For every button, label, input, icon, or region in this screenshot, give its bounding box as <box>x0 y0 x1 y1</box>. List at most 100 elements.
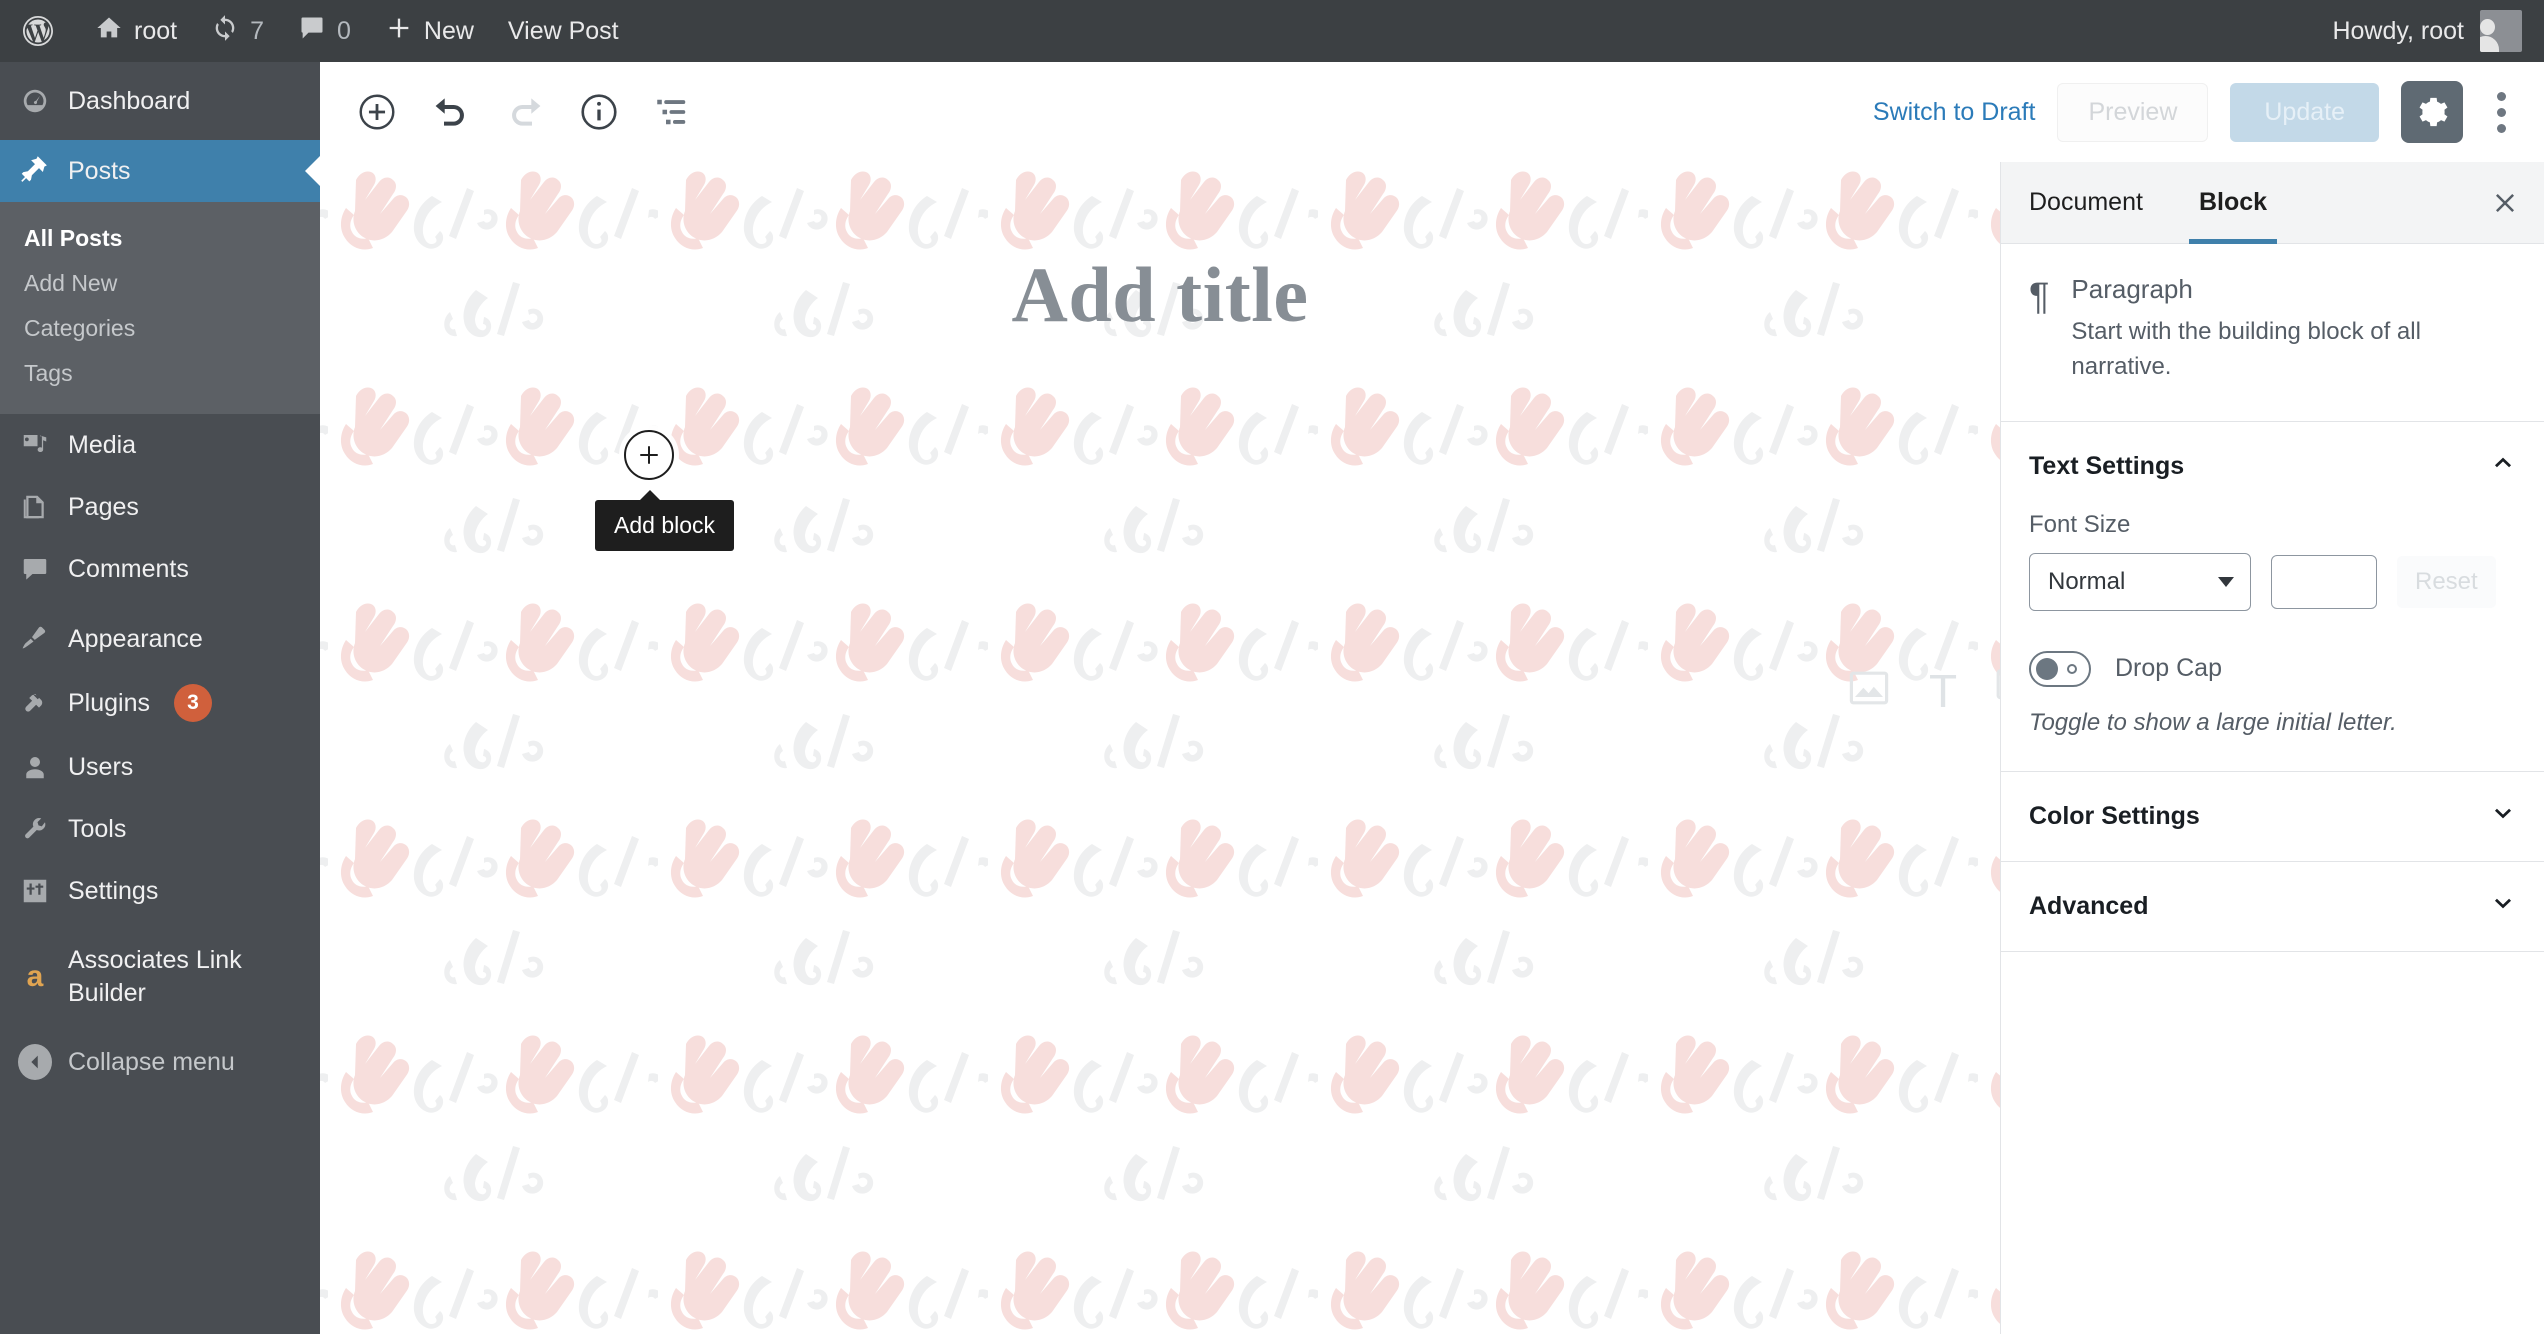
wordpress-block-editor-screen: root 7 0 New View Post Howdy, root Dashb… <box>0 0 2544 1334</box>
sidebar-item-associates-link-builder[interactable]: a Associates Link Builder <box>0 930 320 1023</box>
admin-bar-site-name[interactable]: root <box>78 0 194 62</box>
tools-wrench-icon <box>18 812 52 846</box>
preview-button[interactable]: Preview <box>2057 82 2209 142</box>
sidebar-item-categories[interactable]: Categories <box>0 306 320 351</box>
block-info-card: ¶ Paragraph Start with the building bloc… <box>2001 244 2544 422</box>
sidebar-item-label: Pages <box>68 492 139 521</box>
font-size-label: Font Size <box>2029 510 2131 538</box>
sidebar-item-pages[interactable]: Pages <box>0 476 320 538</box>
quick-insert-bar: T <box>1845 664 2000 717</box>
content-structure-icon[interactable] <box>642 81 704 143</box>
sidebar-item-tools[interactable]: Tools <box>0 798 320 860</box>
drop-cap-label: Drop Cap <box>2115 654 2222 683</box>
site-name-label: root <box>134 16 178 45</box>
redo-icon[interactable] <box>494 81 556 143</box>
collapse-menu-button[interactable]: Collapse menu <box>0 1031 320 1093</box>
submenu-item-label: Tags <box>24 360 73 386</box>
sidebar-item-posts[interactable]: Posts <box>0 140 320 202</box>
block-editor: Switch to Draft Preview Update Add title… <box>320 62 2544 1334</box>
avatar[interactable] <box>2480 10 2522 52</box>
admin-bar-new[interactable]: New <box>368 0 491 62</box>
menu-spacer <box>0 132 320 140</box>
menu-spacer <box>0 62 320 70</box>
font-size-custom-input[interactable] <box>2271 554 2377 609</box>
media-icon <box>18 428 52 462</box>
editor-canvas[interactable]: Add title Add block T <box>320 162 2000 1334</box>
sidebar-item-appearance[interactable]: Appearance <box>0 608 320 670</box>
updates-count: 7 <box>250 16 264 45</box>
advanced-header[interactable]: Advanced <box>2001 862 2544 951</box>
sidebar-item-users[interactable]: Users <box>0 736 320 798</box>
menu-spacer <box>0 600 320 608</box>
appearance-brush-icon <box>18 622 52 656</box>
settings-tablist: Document Block <box>2001 162 2544 244</box>
drop-cap-help-text: Toggle to show a large initial letter. <box>2029 708 2397 736</box>
tab-block[interactable]: Block <box>2171 162 2295 244</box>
sidebar-item-tags[interactable]: Tags <box>0 351 320 396</box>
text-icon[interactable]: T <box>1929 668 1957 714</box>
font-size-controls: Normal Reset <box>2029 552 2516 611</box>
image-icon[interactable] <box>1845 664 1893 717</box>
gallery-icon[interactable] <box>1993 664 2000 717</box>
paragraph-pilcrow-icon: ¶ <box>2029 276 2050 318</box>
sidebar-item-media[interactable]: Media <box>0 414 320 476</box>
sidebar-item-label: Posts <box>68 156 131 185</box>
post-title-input[interactable]: Add title <box>320 250 2000 340</box>
pages-icon <box>18 490 52 524</box>
drop-cap-toggle[interactable] <box>2029 650 2091 687</box>
drop-cap-row: Drop Cap <box>2029 650 2516 687</box>
text-settings-header[interactable]: Text Settings <box>2001 422 2544 511</box>
sidebar-item-label: Appearance <box>68 624 203 653</box>
tab-label: Document <box>2029 188 2143 216</box>
sidebar-item-all-posts[interactable]: All Posts <box>0 216 320 261</box>
font-size-value: Normal <box>2048 567 2126 595</box>
wordpress-logo-icon[interactable] <box>0 0 78 62</box>
chevron-down-icon <box>2218 576 2234 587</box>
block-description: Start with the building block of all nar… <box>2071 318 2421 380</box>
panel-title: Advanced <box>2029 891 2149 920</box>
close-icon[interactable] <box>2466 162 2544 243</box>
font-size-reset-button[interactable]: Reset <box>2397 555 2496 608</box>
plus-circle-icon[interactable] <box>346 81 408 143</box>
view-post-label: View Post <box>507 16 619 45</box>
kebab-menu-icon[interactable] <box>2485 91 2518 133</box>
chevron-up-icon <box>2490 450 2516 483</box>
add-block-tooltip: Add block <box>595 490 735 551</box>
color-settings-panel: Color Settings <box>2001 772 2544 862</box>
block-name: Paragraph <box>2071 274 2193 304</box>
admin-sidebar: Dashboard Posts All Posts Add New Catego… <box>0 62 320 1334</box>
admin-bar-view-post[interactable]: View Post <box>491 0 636 62</box>
submenu-item-label: All Posts <box>24 225 123 251</box>
sidebar-item-dashboard[interactable]: Dashboard <box>0 70 320 132</box>
collapse-arrow-icon <box>18 1044 52 1080</box>
admin-bar: root 7 0 New View Post Howdy, root <box>0 0 2544 62</box>
gear-icon[interactable] <box>2401 81 2463 143</box>
color-settings-header[interactable]: Color Settings <box>2001 772 2544 861</box>
add-block-button[interactable] <box>624 430 674 480</box>
comments-icon <box>18 552 52 586</box>
plus-icon <box>385 14 413 49</box>
sidebar-item-comments[interactable]: Comments <box>0 538 320 600</box>
admin-bar-updates[interactable]: 7 <box>194 0 281 62</box>
updates-refresh-icon <box>211 14 239 49</box>
switch-to-draft-button[interactable]: Switch to Draft <box>1873 98 2036 127</box>
update-button[interactable]: Update <box>2230 82 2379 142</box>
info-circle-icon[interactable] <box>568 81 630 143</box>
new-label: New <box>423 16 474 45</box>
chevron-down-icon <box>2490 800 2516 833</box>
dashboard-icon <box>18 84 52 118</box>
font-size-select[interactable]: Normal <box>2029 552 2251 611</box>
sidebar-item-add-new-post[interactable]: Add New <box>0 261 320 306</box>
editor-header: Switch to Draft Preview Update <box>320 62 2544 162</box>
sidebar-item-plugins[interactable]: Plugins 3 <box>0 670 320 736</box>
text-settings-body: Font Size Normal Reset Drop Cap Toggle t… <box>2001 511 2544 771</box>
undo-icon[interactable] <box>420 81 482 143</box>
sidebar-item-label: Plugins <box>68 688 150 717</box>
tab-document[interactable]: Document <box>2001 162 2171 243</box>
sidebar-item-label: Media <box>68 430 137 459</box>
sidebar-item-settings[interactable]: Settings <box>0 860 320 922</box>
admin-bar-comments[interactable]: 0 <box>281 0 368 62</box>
editor-header-actions: Switch to Draft Preview Update <box>1873 81 2518 143</box>
admin-bar-account[interactable]: Howdy, root <box>2332 10 2544 52</box>
users-icon <box>18 750 52 784</box>
